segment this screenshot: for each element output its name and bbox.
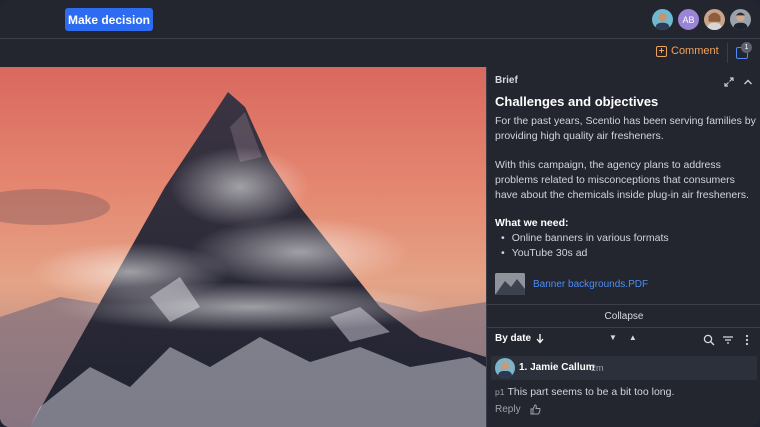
attachment-link[interactable]: Banner backgrounds.PDF — [533, 279, 648, 290]
more-options-icon[interactable] — [741, 334, 753, 346]
avatar-user-ab[interactable]: AB — [677, 8, 700, 31]
expand-icon[interactable] — [724, 77, 734, 87]
sort-order-toggles: ▼ ▲ — [609, 333, 637, 342]
avatar-user-4[interactable] — [729, 8, 752, 31]
thumbs-up-icon[interactable] — [530, 404, 541, 415]
avatar-user-3[interactable] — [703, 8, 726, 31]
needs-heading: What we need: — [495, 217, 569, 229]
add-comment-icon — [656, 45, 667, 57]
brief-header: Brief — [495, 75, 518, 86]
comment-message: This part seems to be a bit too long. — [507, 386, 675, 398]
caret-up-icon[interactable]: ▲ — [629, 333, 637, 342]
chevron-up-icon[interactable] — [743, 77, 753, 87]
sort-label: By date — [495, 333, 532, 344]
mountain-image — [0, 67, 486, 427]
list-item: Online banners in various formats — [501, 231, 669, 246]
top-toolbar: Make decision AB — [0, 0, 760, 39]
toolbar-divider — [727, 43, 728, 63]
comment-actions: Reply — [495, 404, 541, 415]
collaborator-avatars: AB — [651, 8, 752, 31]
brief-panel: Brief Challenges and objectives For the … — [486, 67, 760, 427]
collapse-button[interactable]: Collapse — [487, 306, 760, 327]
filter-icon[interactable] — [722, 334, 734, 346]
reply-button[interactable]: Reply — [495, 404, 521, 415]
comment-button[interactable]: Comment — [656, 45, 719, 57]
comment-card[interactable]: 1. Jamie Callum 2m — [491, 356, 757, 380]
comment-label: Comment — [671, 45, 719, 57]
comments-filter-bar: By date ▼ ▲ — [487, 328, 760, 350]
attachment[interactable]: Banner backgrounds.PDF — [495, 273, 648, 295]
search-icon[interactable] — [703, 334, 715, 346]
divider — [487, 304, 760, 305]
app-window: Make decision AB Comment 1 Brief Challen… — [0, 0, 760, 427]
brief-paragraph-1: For the past years, Scentio has been ser… — [495, 115, 756, 142]
comment-timestamp: 2m — [591, 363, 604, 373]
caret-down-icon[interactable]: ▼ — [609, 333, 617, 342]
avatar-user-1[interactable] — [651, 8, 674, 31]
secondary-toolbar: Comment — [0, 39, 760, 67]
attachment-thumbnail — [495, 273, 525, 295]
needs-list: Online banners in various formats YouTub… — [501, 231, 669, 261]
sort-by-date[interactable]: By date — [495, 333, 545, 344]
notification-badge: 1 — [741, 42, 752, 53]
avatar — [495, 358, 515, 378]
arrow-down-icon — [536, 334, 544, 344]
image-preview[interactable] — [0, 67, 486, 427]
make-decision-button[interactable]: Make decision — [65, 8, 153, 31]
brief-title: Challenges and objectives — [495, 94, 659, 109]
comment-text: p1 This part seems to be a bit too long. — [495, 386, 674, 398]
list-item: YouTube 30s ad — [501, 246, 669, 261]
brief-paragraph-2: With this campaign, the agency plans to … — [495, 159, 749, 201]
comment-author: 1. Jamie Callum — [519, 362, 595, 373]
page-reference: p1 — [495, 387, 505, 397]
